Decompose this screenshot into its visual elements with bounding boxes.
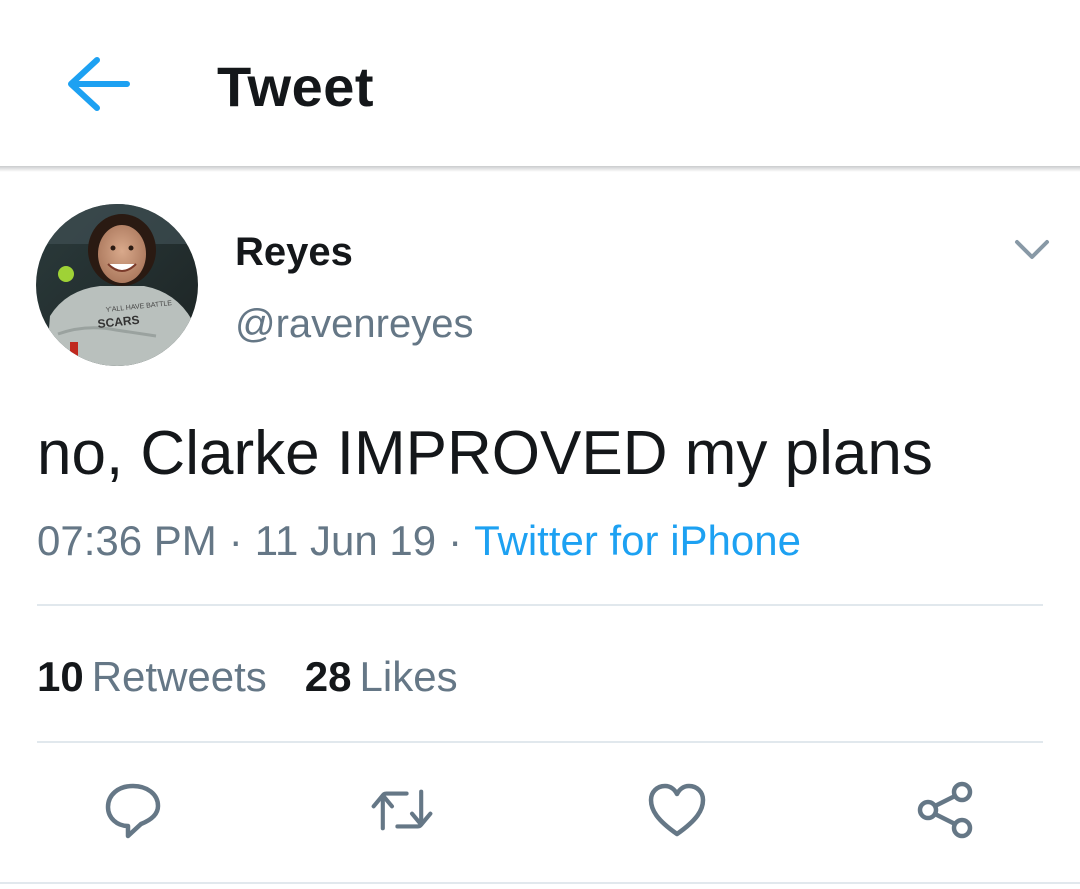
page-title: Tweet	[217, 55, 375, 118]
retweets-stat[interactable]: 10 Retweets	[37, 652, 267, 702]
share-icon	[917, 781, 973, 839]
tweet-options-button[interactable]	[1004, 226, 1060, 274]
likes-label: Likes	[359, 653, 458, 700]
top-bar-shadow	[0, 166, 1080, 172]
top-app-bar: Tweet	[0, 0, 1080, 166]
divider	[37, 604, 1043, 606]
avatar[interactable]: Y'ALL HAVE BATTLE SCARS	[36, 204, 198, 366]
heart-icon	[648, 783, 706, 837]
author-handle[interactable]: @ravenreyes	[235, 300, 473, 348]
tweet-stats: 10 Retweets 28 Likes	[37, 652, 458, 702]
arrow-left-icon	[68, 57, 130, 111]
meta-separator: ·	[448, 517, 463, 564]
chevron-down-icon	[1015, 240, 1049, 259]
tweet-date: 11 Jun 19	[254, 517, 437, 564]
divider	[37, 741, 1043, 743]
reply-button[interactable]	[101, 778, 165, 842]
avatar-image: Y'ALL HAVE BATTLE SCARS	[36, 204, 198, 366]
tweet-time: 07:36 PM	[37, 517, 217, 564]
retweets-label: Retweets	[91, 653, 267, 700]
back-button[interactable]	[52, 42, 142, 126]
likes-count: 28	[304, 653, 352, 700]
retweets-count: 10	[37, 653, 84, 700]
tweet-text: no, Clarke IMPROVED my plans	[37, 419, 933, 488]
tweet-source-link[interactable]: Twitter for iPhone	[474, 517, 801, 564]
retweet-button[interactable]	[370, 778, 434, 842]
bottom-divider	[0, 882, 1080, 884]
tweet-meta: 07:36 PM · 11 Jun 19 · Twitter for iPhone	[37, 516, 801, 566]
meta-separator: ·	[228, 517, 243, 564]
like-button[interactable]	[645, 778, 709, 842]
share-button[interactable]	[914, 778, 978, 842]
author-display-name[interactable]: Reyes	[235, 228, 353, 276]
reply-icon	[105, 783, 161, 839]
retweet-icon	[371, 789, 433, 831]
tweet-detail-screen: Tweet Y'ALL HAVE BATTLE SCARS Reyes @rav…	[0, 0, 1080, 889]
likes-stat[interactable]: 28 Likes	[305, 652, 458, 702]
